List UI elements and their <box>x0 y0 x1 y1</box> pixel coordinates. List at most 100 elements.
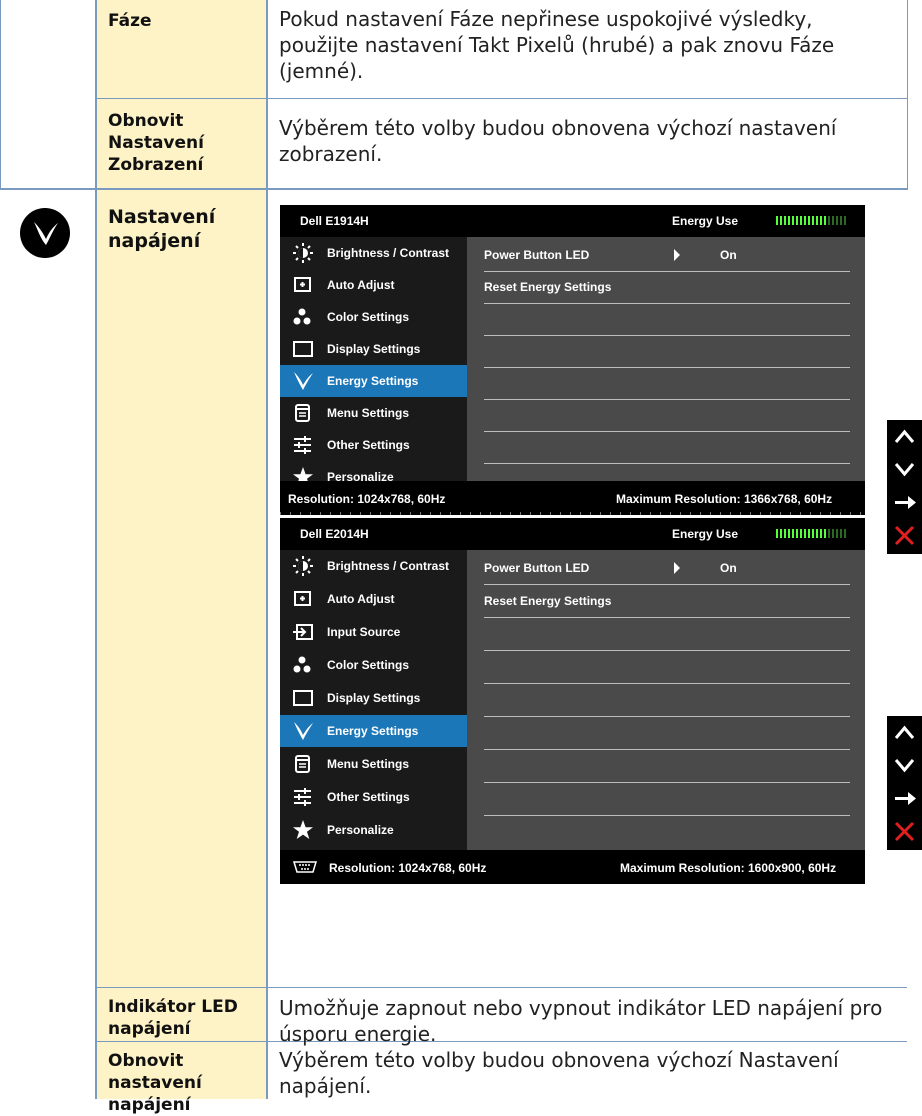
menu-item-input-source[interactable]: Input Source <box>280 616 467 648</box>
grid-line <box>97 987 907 988</box>
right-arrow-icon[interactable] <box>887 486 922 519</box>
menu-item-other-settings[interactable]: Other Settings <box>280 429 467 461</box>
osd-menu-list: Brightness / Contrast Auto Adjust Color … <box>280 237 467 486</box>
energy-leaf-icon <box>292 721 314 741</box>
row-desc-phase: Pokud nastavení Fáze nepřinese uspokojiv… <box>279 7 835 83</box>
row-label-energy: Nastavení napájení <box>108 206 216 252</box>
option-reset-energy-settings[interactable]: Reset Energy Settings <box>484 271 850 304</box>
option-empty-row <box>484 367 850 400</box>
osd-header: Dell E2014H Energy Use <box>280 518 865 550</box>
option-empty-row <box>484 750 850 783</box>
max-resolution-text: Maximum Resolution: 1600x900, 60Hz <box>620 861 837 875</box>
option-empty-row <box>484 303 850 336</box>
star-icon <box>292 820 314 840</box>
osd-header: Dell E1914H Energy Use <box>280 205 865 237</box>
energy-use-meter <box>776 216 848 225</box>
row-label-led: Indikátor LED napájení <box>108 997 238 1039</box>
input-source-icon <box>292 622 314 642</box>
resolution-text: Resolution: 1024x768, 60Hz <box>329 861 487 875</box>
option-power-button-led[interactable]: Power Button LED On <box>484 239 850 272</box>
energy-leaf-icon <box>292 371 314 391</box>
auto-adjust-icon <box>292 589 314 609</box>
osd-menu-list: Brightness / Contrast Auto Adjust Input … <box>280 550 467 850</box>
menu-list-icon <box>292 754 314 774</box>
close-x-icon[interactable] <box>887 815 922 848</box>
option-empty-row <box>484 717 850 750</box>
option-empty-row <box>484 684 850 717</box>
menu-item-other-settings[interactable]: Other Settings <box>280 781 467 813</box>
osd-model: Dell E1914H <box>300 214 369 228</box>
menu-item-auto-adjust[interactable]: Auto Adjust <box>280 269 467 301</box>
menu-item-brightness[interactable]: Brightness / Contrast <box>280 237 467 269</box>
color-dots-icon <box>292 307 314 327</box>
menu-item-brightness[interactable]: Brightness / Contrast <box>280 550 467 582</box>
row-desc-led: Umožňuje zapnout nebo vypnout indikátor … <box>279 996 883 1046</box>
grid-line <box>266 0 268 1099</box>
menu-item-label: Other Settings <box>327 790 410 804</box>
right-triangle-icon <box>674 562 680 574</box>
display-rect-icon <box>292 339 314 359</box>
down-arrow-icon[interactable] <box>887 453 922 486</box>
energy-use-meter <box>776 529 848 538</box>
label-cell-energy <box>97 189 266 988</box>
grid-line <box>97 98 907 99</box>
menu-item-label: Other Settings <box>327 438 410 452</box>
menu-item-label: Brightness / Contrast <box>327 559 450 573</box>
row-label-phase: Fáze <box>108 11 152 31</box>
menu-item-color-settings[interactable]: Color Settings <box>280 301 467 333</box>
up-arrow-icon[interactable] <box>887 716 922 749</box>
menu-item-label: Display Settings <box>327 342 421 356</box>
osd-model: Dell E2014H <box>300 527 369 541</box>
dotted-edge <box>280 512 865 515</box>
osd-menu-e1914h: Dell E1914H Energy Use Brightness / Cont… <box>280 205 865 515</box>
menu-item-label: Color Settings <box>327 658 410 672</box>
option-power-button-led[interactable]: Power Button LED On <box>484 552 850 585</box>
menu-item-energy-settings[interactable]: Energy Settings <box>280 365 467 397</box>
menu-item-auto-adjust[interactable]: Auto Adjust <box>280 583 467 615</box>
down-arrow-icon[interactable] <box>887 749 922 782</box>
option-label: Power Button LED <box>484 248 590 262</box>
energy-leaf-icon <box>20 208 70 258</box>
menu-item-label: Color Settings <box>327 310 410 324</box>
menu-item-label: Energy Settings <box>327 374 419 388</box>
menu-item-label: Brightness / Contrast <box>327 246 450 260</box>
option-reset-energy-settings[interactable]: Reset Energy Settings <box>484 585 850 618</box>
right-arrow-icon[interactable] <box>887 782 922 815</box>
resolution-text: Resolution: 1024x768, 60Hz <box>288 492 446 506</box>
color-dots-icon <box>292 655 314 675</box>
menu-item-label: Auto Adjust <box>327 278 395 292</box>
close-x-icon[interactable] <box>887 519 922 552</box>
option-empty-row <box>484 399 850 432</box>
option-empty-row <box>484 335 850 368</box>
osd-footer: Resolution: 1024x768, 60Hz Maximum Resol… <box>280 850 865 884</box>
menu-item-label: Menu Settings <box>327 757 410 771</box>
menu-item-display-settings[interactable]: Display Settings <box>280 682 467 714</box>
option-label: Power Button LED <box>484 561 590 575</box>
max-resolution-text: Maximum Resolution: 1366x768, 60Hz <box>616 492 833 506</box>
sun-icon <box>292 243 314 263</box>
option-empty-row <box>484 618 850 651</box>
option-empty-row <box>484 431 850 464</box>
auto-adjust-icon <box>292 275 314 295</box>
menu-item-menu-settings[interactable]: Menu Settings <box>280 397 467 429</box>
grid-line <box>907 0 908 189</box>
menu-item-color-settings[interactable]: Color Settings <box>280 649 467 681</box>
option-label: Reset Energy Settings <box>484 280 612 294</box>
up-arrow-icon[interactable] <box>887 420 922 453</box>
right-triangle-icon <box>674 249 680 261</box>
menu-item-energy-settings[interactable]: Energy Settings <box>280 715 467 747</box>
row-desc-reset-display: Výběrem této volby budou obnovena výchoz… <box>279 116 837 166</box>
option-empty-row <box>484 651 850 684</box>
menu-item-personalize[interactable]: Personalize <box>280 814 467 846</box>
menu-item-menu-settings[interactable]: Menu Settings <box>280 748 467 780</box>
menu-item-display-settings[interactable]: Display Settings <box>280 333 467 365</box>
energy-use-label: Energy Use <box>672 214 739 228</box>
option-empty-row <box>484 783 850 816</box>
grid-line <box>95 0 97 1099</box>
option-value: On <box>720 248 737 262</box>
menu-list-icon <box>292 403 314 423</box>
osd-menu-e2014h: Dell E2014H Energy Use Brightness / Cont… <box>280 518 865 884</box>
row-label-reset-display: Obnovit Nastavení Zobrazení <box>108 111 204 175</box>
grid-line <box>0 188 908 190</box>
energy-use-label: Energy Use <box>672 527 739 541</box>
